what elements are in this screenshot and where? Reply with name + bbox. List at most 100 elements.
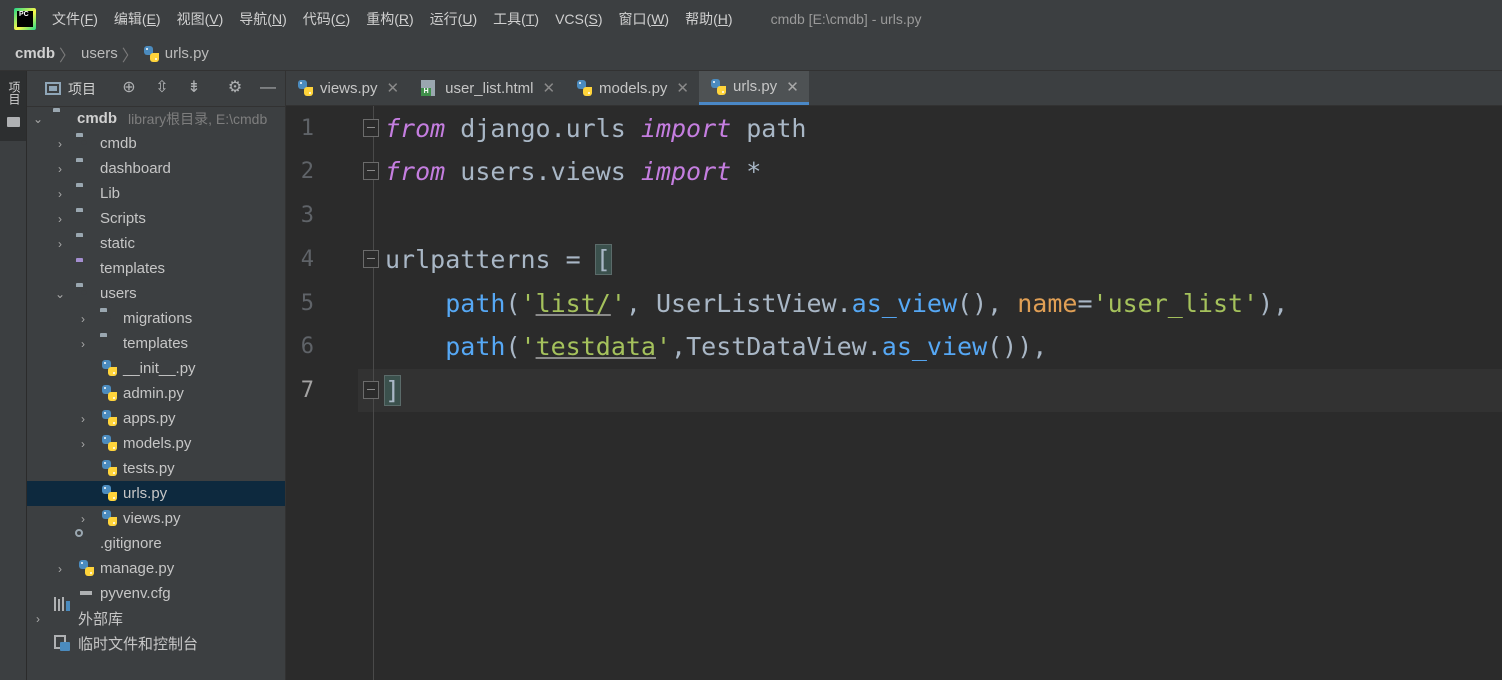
menu-label: 导航( bbox=[239, 10, 272, 27]
tree-item-folder[interactable]: templates bbox=[27, 256, 285, 281]
menu-suffix: ) bbox=[664, 10, 670, 27]
chevron-right-icon[interactable]: › bbox=[78, 438, 88, 450]
chevron-right-icon[interactable]: › bbox=[78, 313, 88, 325]
chevron-right-icon[interactable]: › bbox=[78, 338, 88, 350]
line-number: 1 bbox=[300, 116, 314, 141]
fold-marker-icon[interactable] bbox=[363, 119, 379, 137]
expand-all-icon[interactable]: ⇳ bbox=[153, 79, 171, 97]
tree-item-file[interactable]: .gitignore bbox=[27, 531, 285, 556]
menu-file[interactable]: 文件(F) bbox=[52, 9, 98, 29]
menu-code[interactable]: 代码(C) bbox=[303, 9, 350, 29]
close-icon[interactable]: ✕ bbox=[387, 79, 400, 97]
chevron-right-icon[interactable]: › bbox=[55, 163, 65, 175]
collapse-all-icon[interactable]: ⇟ bbox=[185, 79, 203, 97]
chevron-right-icon[interactable]: › bbox=[55, 213, 65, 225]
menu-navigate[interactable]: 导航(N) bbox=[239, 9, 286, 29]
breadcrumb-item-file[interactable]: urls.py bbox=[165, 45, 209, 62]
tab-label: views.py bbox=[320, 79, 378, 97]
left-tool-strip: 项目 bbox=[0, 71, 27, 680]
menu-help[interactable]: 帮助(H) bbox=[685, 9, 732, 29]
folder-icon bbox=[53, 111, 71, 127]
chevron-right-icon[interactable]: › bbox=[78, 513, 88, 525]
tab-models-py[interactable]: models.py ✕ bbox=[565, 71, 699, 105]
tree-item-label: .gitignore bbox=[100, 535, 162, 552]
breadcrumb-item-folder[interactable]: users bbox=[81, 45, 118, 62]
code-text: ), bbox=[1258, 289, 1289, 318]
project-tool-tab[interactable]: 项目 bbox=[0, 71, 26, 141]
tree-item-folder[interactable]: › templates bbox=[27, 331, 285, 356]
menu-tools[interactable]: 工具(T) bbox=[493, 9, 539, 29]
menu-run[interactable]: 运行(U) bbox=[430, 9, 477, 29]
tree-item-file[interactable]: › apps.py bbox=[27, 406, 285, 431]
tree-item-folder[interactable]: › Lib bbox=[27, 181, 285, 206]
close-icon[interactable]: ✕ bbox=[676, 79, 689, 97]
folder-icon bbox=[76, 186, 94, 202]
tree-item-folder[interactable]: › static bbox=[27, 231, 285, 256]
fold-marker-icon[interactable] bbox=[363, 250, 379, 268]
chevron-right-icon[interactable]: › bbox=[55, 238, 65, 250]
tree-item-label: cmdb bbox=[77, 110, 118, 127]
code-editor[interactable]: 1 2 3 4 5 6 7 from django.urls import pa… bbox=[286, 106, 1502, 680]
tree-item-file[interactable]: __init__.py bbox=[27, 356, 285, 381]
tree-item-folder[interactable]: › migrations bbox=[27, 306, 285, 331]
tree-item-file-selected[interactable]: urls.py bbox=[27, 481, 285, 506]
fold-marker-icon[interactable] bbox=[363, 162, 379, 180]
close-icon[interactable]: ✕ bbox=[786, 78, 799, 96]
code-line-4: urlpatterns = [ bbox=[385, 244, 612, 275]
python-file-icon bbox=[102, 460, 120, 476]
chevron-right-icon: 〉 bbox=[59, 47, 76, 65]
python-file-icon bbox=[79, 560, 97, 576]
tree-item-label: templates bbox=[123, 335, 189, 352]
project-tree: ⌄ cmdb library根目录, E:\cmdb › cmdb › dash… bbox=[27, 106, 285, 656]
chevron-right-icon[interactable]: › bbox=[55, 138, 65, 150]
gear-icon[interactable]: ⚙ bbox=[226, 79, 244, 97]
breadcrumb-item-project[interactable]: cmdb bbox=[15, 45, 55, 62]
tab-user-list-html[interactable]: H user_list.html ✕ bbox=[409, 71, 565, 105]
project-panel-title[interactable]: 项目 bbox=[68, 79, 96, 99]
tree-item-label: __init__.py bbox=[123, 360, 196, 377]
tree-item-file[interactable]: › views.py bbox=[27, 506, 285, 531]
locate-file-icon[interactable]: ⊕ bbox=[120, 79, 138, 97]
minimize-icon[interactable]: — bbox=[259, 79, 277, 97]
tree-item-folder[interactable]: › Scripts bbox=[27, 206, 285, 231]
tree-item-file[interactable]: admin.py bbox=[27, 381, 285, 406]
tree-item-folder[interactable]: › cmdb bbox=[27, 131, 285, 156]
tree-item-folder[interactable]: › dashboard bbox=[27, 156, 285, 181]
tree-item-label: models.py bbox=[123, 435, 192, 452]
tab-urls-py[interactable]: urls.py ✕ bbox=[699, 71, 809, 105]
project-view-icon bbox=[45, 82, 61, 95]
close-icon[interactable]: ✕ bbox=[542, 79, 555, 97]
tree-item-external-libraries[interactable]: › 外部库 bbox=[27, 597, 285, 631]
chevron-down-icon[interactable]: ⌄ bbox=[33, 113, 43, 125]
menu-refactor[interactable]: 重构(R) bbox=[366, 9, 413, 29]
menu-view[interactable]: 视图(V) bbox=[177, 9, 224, 29]
chevron-right-icon[interactable]: › bbox=[78, 413, 88, 425]
menu-suffix: ) bbox=[472, 10, 478, 27]
chevron-right-icon[interactable]: › bbox=[55, 563, 65, 575]
menu-edit[interactable]: 编辑(E) bbox=[114, 9, 161, 29]
code-text: = bbox=[1077, 289, 1093, 318]
chevron-right-icon[interactable]: › bbox=[55, 188, 65, 200]
code-text: ()), bbox=[987, 332, 1048, 361]
tree-item-file[interactable]: › models.py bbox=[27, 431, 285, 456]
tree-item-scratches[interactable]: 临时文件和控制台 bbox=[27, 631, 285, 656]
fold-marker-icon[interactable] bbox=[363, 381, 379, 399]
menu-suffix: ) bbox=[155, 10, 161, 27]
menu-label: 编辑( bbox=[113, 10, 147, 27]
tree-item-file[interactable]: tests.py bbox=[27, 456, 285, 481]
tree-item-folder[interactable]: ⌄ users bbox=[27, 281, 285, 306]
menu-vcs[interactable]: VCS(S) bbox=[555, 11, 602, 27]
python-file-icon bbox=[143, 45, 159, 62]
string-quote: ' bbox=[520, 289, 536, 318]
chevron-right-icon[interactable]: › bbox=[33, 613, 43, 625]
code-line-6: path('testdata',TestDataView.as_view()), bbox=[385, 332, 1047, 362]
folder-icon bbox=[100, 336, 118, 352]
tree-item-file[interactable]: › manage.py bbox=[27, 556, 285, 581]
tab-views-py[interactable]: views.py ✕ bbox=[286, 71, 409, 105]
menu-suffix: ) bbox=[727, 10, 733, 27]
menu-window[interactable]: 窗口(W) bbox=[619, 9, 670, 29]
code-line-7: ] bbox=[383, 375, 402, 406]
chevron-down-icon[interactable]: ⌄ bbox=[55, 288, 65, 300]
tree-item-root[interactable]: ⌄ cmdb library根目录, E:\cmdb bbox=[27, 106, 285, 131]
python-file-icon bbox=[102, 360, 120, 376]
